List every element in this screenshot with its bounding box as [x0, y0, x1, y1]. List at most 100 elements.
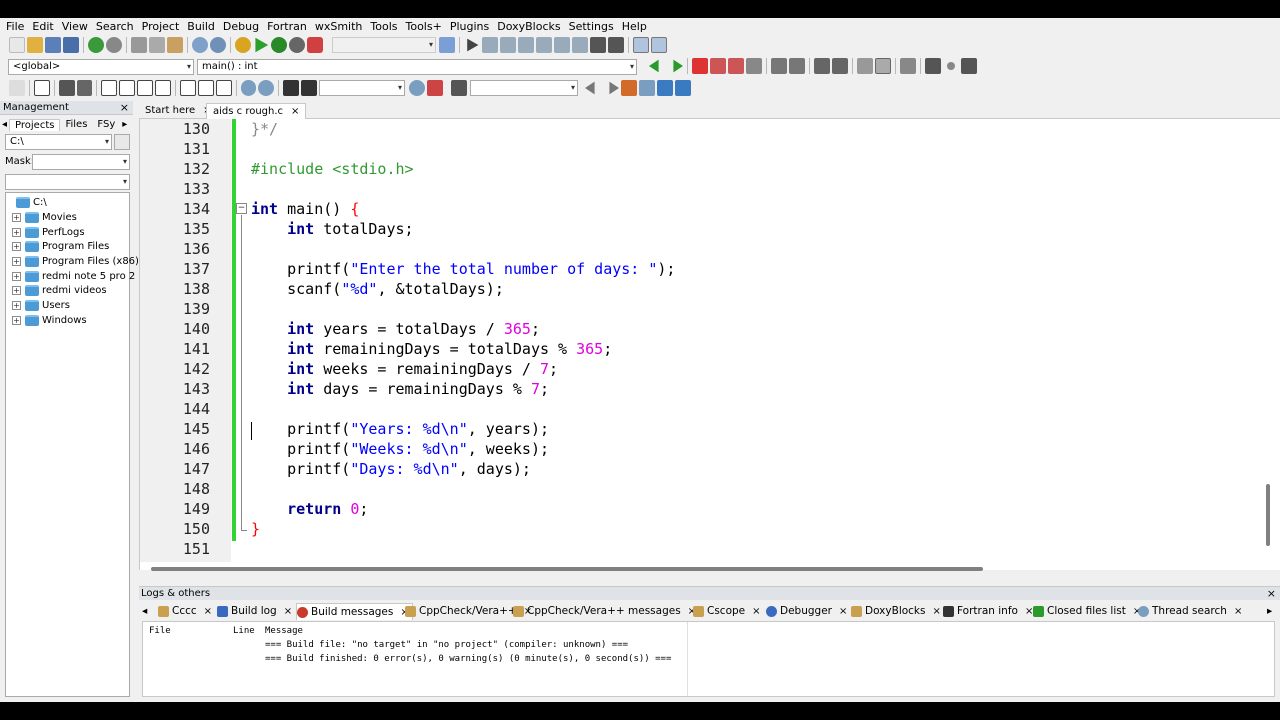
debug-run-icon[interactable] — [467, 38, 479, 52]
tabs-left-arrow-icon[interactable]: ◂ — [0, 119, 9, 130]
zoom-in-icon[interactable] — [240, 80, 257, 96]
menu-debug[interactable]: Debug — [219, 20, 263, 33]
step-instruction-icon[interactable] — [572, 37, 588, 53]
close-icon[interactable]: × — [120, 101, 129, 115]
incremental-search-select[interactable]: ▾ — [470, 80, 578, 96]
debug-info-icon[interactable] — [651, 37, 667, 53]
bookmark-next-icon[interactable] — [728, 58, 744, 74]
code-line[interactable]: printf("Weeks: %d\n", weeks); — [251, 439, 549, 459]
next-instruction-icon[interactable] — [554, 37, 570, 53]
scope-select[interactable]: <global> ▾ — [8, 59, 194, 75]
menu-file[interactable]: File — [2, 20, 28, 33]
fortran-next-icon[interactable] — [961, 58, 977, 74]
find-icon[interactable] — [192, 37, 208, 53]
code-line[interactable]: return 0; — [251, 499, 368, 519]
code-line[interactable]: #include <stdio.h> — [251, 159, 414, 179]
tab-thread-search[interactable]: Thread search × — [1138, 603, 1242, 620]
tab-closed-files[interactable]: Closed files list× — [1033, 603, 1141, 620]
logs-tabs-right-arrow-icon[interactable]: ▸ — [1267, 603, 1272, 620]
close-icon[interactable]: × — [1267, 587, 1276, 601]
code-line[interactable]: int totalDays; — [251, 219, 413, 239]
save-all-icon[interactable] — [63, 37, 79, 53]
tree-node[interactable]: + Program Files — [12, 239, 109, 254]
message-row[interactable]: === Build finished: 0 error(s), 0 warnin… — [265, 654, 671, 664]
tab-cscope[interactable]: Cscope × — [693, 603, 761, 620]
jump-back-icon[interactable] — [649, 59, 659, 73]
menu-search[interactable]: Search — [92, 20, 138, 33]
widget-button-icon[interactable] — [33, 80, 50, 96]
code-line[interactable]: int remainingDays = totalDays % 365; — [251, 339, 612, 359]
match-case-icon[interactable] — [657, 80, 673, 96]
rebuild-icon[interactable] — [289, 37, 305, 53]
uncomment-icon[interactable] — [789, 58, 805, 74]
widget-list-icon[interactable] — [137, 80, 154, 96]
tab-build-messages[interactable]: Build messages× — [296, 603, 413, 620]
menu-doxyblocks[interactable]: DoxyBlocks — [493, 20, 564, 33]
menu-build[interactable]: Build — [183, 20, 219, 33]
pointer-icon[interactable] — [9, 80, 25, 96]
code-line[interactable]: }*/ — [251, 119, 278, 139]
menu-settings[interactable]: Settings — [565, 20, 618, 33]
highlight-icon[interactable] — [621, 80, 637, 96]
selected-only-icon[interactable] — [639, 80, 655, 96]
expand-icon[interactable]: + — [12, 301, 21, 310]
redo-icon[interactable] — [106, 37, 122, 53]
bookmark-clear-icon[interactable] — [746, 58, 762, 74]
build-target-icon[interactable] — [439, 37, 455, 53]
horizontal-scrollbar-thumb[interactable] — [151, 567, 983, 571]
search-prev-icon[interactable] — [585, 81, 595, 95]
code-line[interactable]: } — [251, 519, 260, 539]
widget-frame-icon[interactable] — [119, 80, 136, 96]
expand-icon[interactable]: + — [12, 213, 21, 222]
jump-forward-icon[interactable] — [673, 59, 683, 73]
tree-node[interactable]: + Users — [12, 298, 70, 313]
clear-icon[interactable] — [451, 80, 467, 96]
build-target-select[interactable]: ▾ — [332, 37, 436, 53]
undo-icon[interactable] — [88, 37, 104, 53]
code-line[interactable]: int years = totalDays / 365; — [251, 319, 540, 339]
bookmark-toggle-icon[interactable] — [692, 58, 708, 74]
menu-help[interactable]: Help — [618, 20, 651, 33]
pause-icon[interactable] — [590, 37, 606, 53]
stop-debug-icon[interactable] — [608, 37, 624, 53]
vertical-scrollbar-thumb[interactable] — [1266, 484, 1270, 546]
help-icon[interactable] — [875, 58, 891, 74]
fold-collapse-icon[interactable]: − — [236, 203, 247, 214]
logs-tabs-left-arrow-icon[interactable]: ◂ — [142, 603, 147, 620]
close-icon[interactable]: × — [291, 106, 299, 117]
path-select[interactable]: C:\ ▾ — [5, 134, 112, 150]
close-icon[interactable]: × — [204, 603, 212, 620]
code-line[interactable]: printf("Days: %d\n", days); — [251, 459, 531, 479]
tree-node[interactable]: + Windows — [12, 313, 87, 328]
tab-doxyblocks[interactable]: DoxyBlocks × — [851, 603, 941, 620]
tabs-right-arrow-icon[interactable]: ▸ — [120, 119, 129, 130]
column-message[interactable]: Message — [265, 626, 303, 636]
expand-icon[interactable]: + — [12, 272, 21, 281]
tab-debugger[interactable]: Debugger × — [766, 603, 847, 620]
expand-icon[interactable]: + — [12, 257, 21, 266]
c-format-icon[interactable] — [301, 80, 317, 96]
widget-sizer-icon[interactable] — [179, 80, 196, 96]
tab-projects[interactable]: Projects — [9, 118, 61, 131]
tab-fortran-info[interactable]: Fortran info × — [943, 603, 1033, 620]
fortran-prev-icon[interactable] — [925, 58, 941, 74]
build-gear-icon[interactable] — [235, 37, 251, 53]
tab-cccc[interactable]: Cccc × — [158, 603, 212, 620]
cut-icon[interactable] — [131, 37, 147, 53]
tab-fsymbols[interactable]: FSy — [92, 119, 120, 130]
expand-icon[interactable]: + — [12, 242, 21, 251]
menu-tools[interactable]: Tools — [366, 20, 401, 33]
tab-build-log[interactable]: Build log × — [217, 603, 292, 620]
block-comment-icon[interactable] — [814, 58, 830, 74]
tree-node[interactable]: + redmi note 5 pro 2 — [12, 269, 135, 284]
tree-node[interactable]: + Movies — [12, 210, 77, 225]
close-icon[interactable]: × — [752, 603, 760, 620]
tree-node[interactable]: + PerfLogs — [12, 225, 85, 240]
zoom-out-icon[interactable] — [258, 80, 275, 96]
code-line[interactable]: printf("Enter the total number of days: … — [251, 259, 675, 279]
code-line[interactable]: int days = remainingDays % 7; — [251, 379, 549, 399]
comment-icon[interactable] — [771, 58, 787, 74]
menu-fortran[interactable]: Fortran — [263, 20, 311, 33]
tree-node[interactable]: + Program Files (x86) — [12, 254, 139, 269]
step-out-icon[interactable] — [536, 37, 552, 53]
